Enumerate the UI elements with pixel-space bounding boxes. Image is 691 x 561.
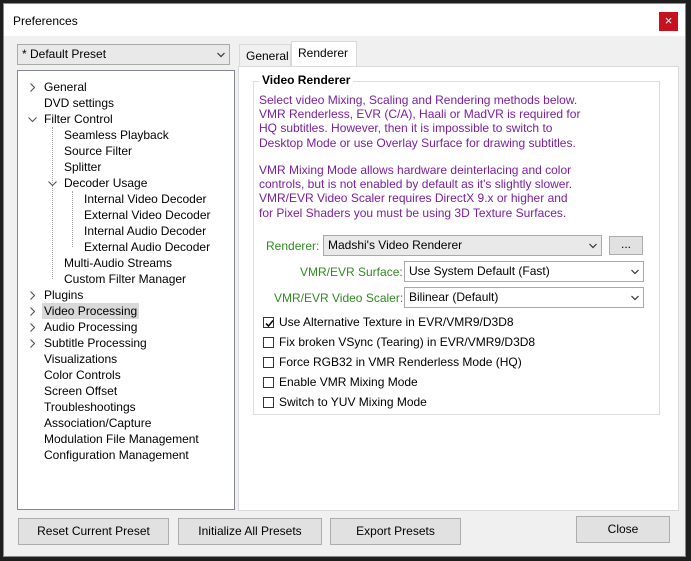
scaler-label: VMR/EVR Video Scaler: [274,291,404,305]
tree-item[interactable]: Audio Processing [44,319,137,335]
checkbox-label: Force RGB32 in VMR Renderless Mode (HQ) [279,355,522,369]
yuv-mixing-checkbox[interactable]: Switch to YUV Mixing Mode [263,395,427,411]
checkbox-box[interactable] [263,337,274,348]
renderer-label: Renderer: [266,239,320,253]
export-presets-button[interactable]: Export Presets [330,518,461,545]
vmr-mixing-checkbox[interactable]: Enable VMR Mixing Mode [263,375,418,391]
collapse-chevron-right-icon[interactable] [28,291,37,300]
title-bar: Preferences × [4,4,685,36]
tree-item[interactable]: Color Controls [44,367,121,383]
group-title: Video Renderer [259,73,354,87]
preset-select[interactable]: * Default Preset [17,44,230,65]
renderer-select[interactable]: Madshi's Video Renderer [323,235,602,256]
tree-item[interactable]: Splitter [64,159,101,175]
tree-item[interactable]: Filter Control [44,111,113,127]
tree-guide-line [72,191,73,247]
tree-item[interactable]: Internal Video Decoder [84,191,207,207]
tree-item[interactable]: DVD settings [44,95,114,111]
preset-select-value: * Default Preset [22,47,107,61]
checkbox-box[interactable] [263,357,274,368]
force-rgb32-checkbox[interactable]: Force RGB32 in VMR Renderless Mode (HQ) [263,355,522,371]
chevron-down-icon [217,52,225,58]
close-button[interactable]: Close [576,516,670,543]
tree-item[interactable]: External Audio Decoder [84,239,210,255]
tree-item[interactable]: Visualizations [44,351,117,367]
tree-item[interactable]: Association/Capture [44,415,151,431]
tree-item[interactable]: Plugins [44,287,83,303]
close-window-button[interactable]: × [659,12,678,31]
scaler-select[interactable]: Bilinear (Default) [404,287,644,308]
collapse-chevron-right-icon[interactable] [28,339,37,348]
checkbox-box[interactable] [263,317,274,328]
expand-chevron-down-icon[interactable] [28,115,37,124]
description-line: VMR Renderless, EVR (C/A), Haali or MadV… [259,107,581,122]
tab-general[interactable]: General [239,44,291,66]
description-line: VMR Mixing Mode allows hardware deinterl… [259,163,572,177]
checkbox-label: Enable VMR Mixing Mode [279,375,418,389]
checkbox-box[interactable] [263,377,274,388]
tree-item[interactable]: Decoder Usage [64,175,147,191]
chevron-down-icon [631,269,639,275]
tree-item[interactable]: Screen Offset [44,383,117,399]
tree-item[interactable]: Video Processing [42,303,140,319]
checkmark-icon [265,320,274,328]
tree-item[interactable]: Modulation File Management [44,431,199,447]
scaler-select-value: Bilinear (Default) [409,290,499,304]
tree-item[interactable]: Configuration Management [44,447,189,463]
description-line: for Pixel Shaders you must be using 3D T… [259,205,567,220]
chevron-down-icon [589,243,597,249]
collapse-chevron-right-icon[interactable] [28,307,37,316]
checkbox-box[interactable] [263,397,274,408]
renderer-select-value: Madshi's Video Renderer [328,238,463,252]
renderer-panel: Video Renderer Select video Mixing, Scal… [238,66,679,511]
checkbox-label: Use Alternative Texture in EVR/VMR9/D3D8 [279,315,514,329]
tree-item[interactable]: Multi-Audio Streams [64,255,172,271]
renderer-options-button[interactable]: ... [609,236,643,255]
checkbox-label: Switch to YUV Mixing Mode [279,395,427,409]
tree-item[interactable]: Custom Filter Manager [64,271,186,287]
initialize-all-presets-button[interactable]: Initialize All Presets [178,518,322,545]
tree-item[interactable]: Seamless Playback [64,127,169,143]
description-line: HQ subtitles. However, then it is imposs… [259,121,553,136]
tree-item[interactable]: General [44,79,87,95]
collapse-chevron-right-icon[interactable] [28,83,37,92]
settings-tree[interactable]: General DVD settings Filter Control Seamles… [17,70,235,510]
chevron-down-icon [631,295,639,301]
checkbox-label: Fix broken VSync (Tearing) in EVR/VMR9/D… [279,335,536,349]
description-block-1: Select video Mixing, Scaling and Renderi… [259,93,580,150]
tree-guide-line [52,127,53,279]
description-line: VMR/EVR Video Scaler requires DirectX 9.… [259,191,568,206]
tree-item[interactable]: Troubleshootings [44,399,136,415]
surface-label: VMR/EVR Surface: [300,265,403,279]
reset-current-preset-button[interactable]: Reset Current Preset [18,518,169,545]
tab-renderer[interactable]: Renderer [291,41,357,66]
surface-select[interactable]: Use System Default (Fast) [404,261,644,282]
tree-item[interactable]: Source Filter [64,143,132,159]
window-title: Preferences [13,14,78,28]
description-line: controls, but is not enabled by default … [259,177,573,192]
tree-item[interactable]: Internal Audio Decoder [84,223,206,239]
description-line: Select video Mixing, Scaling and Renderi… [259,93,578,107]
fix-vsync-checkbox[interactable]: Fix broken VSync (Tearing) in EVR/VMR9/D… [263,335,535,351]
surface-select-value: Use System Default (Fast) [409,264,550,278]
description-line: Desktop Mode or use Overlay Surface for … [259,135,576,150]
collapse-chevron-right-icon[interactable] [28,323,37,332]
tree-item[interactable]: External Video Decoder [84,207,211,223]
tree-item[interactable]: Subtitle Processing [44,335,147,351]
description-block-2: VMR Mixing Mode allows hardware deinterl… [259,163,572,220]
preferences-window: Preferences × * Default Preset General DV… [3,3,686,557]
alt-texture-checkbox[interactable]: Use Alternative Texture in EVR/VMR9/D3D8 [263,315,514,331]
